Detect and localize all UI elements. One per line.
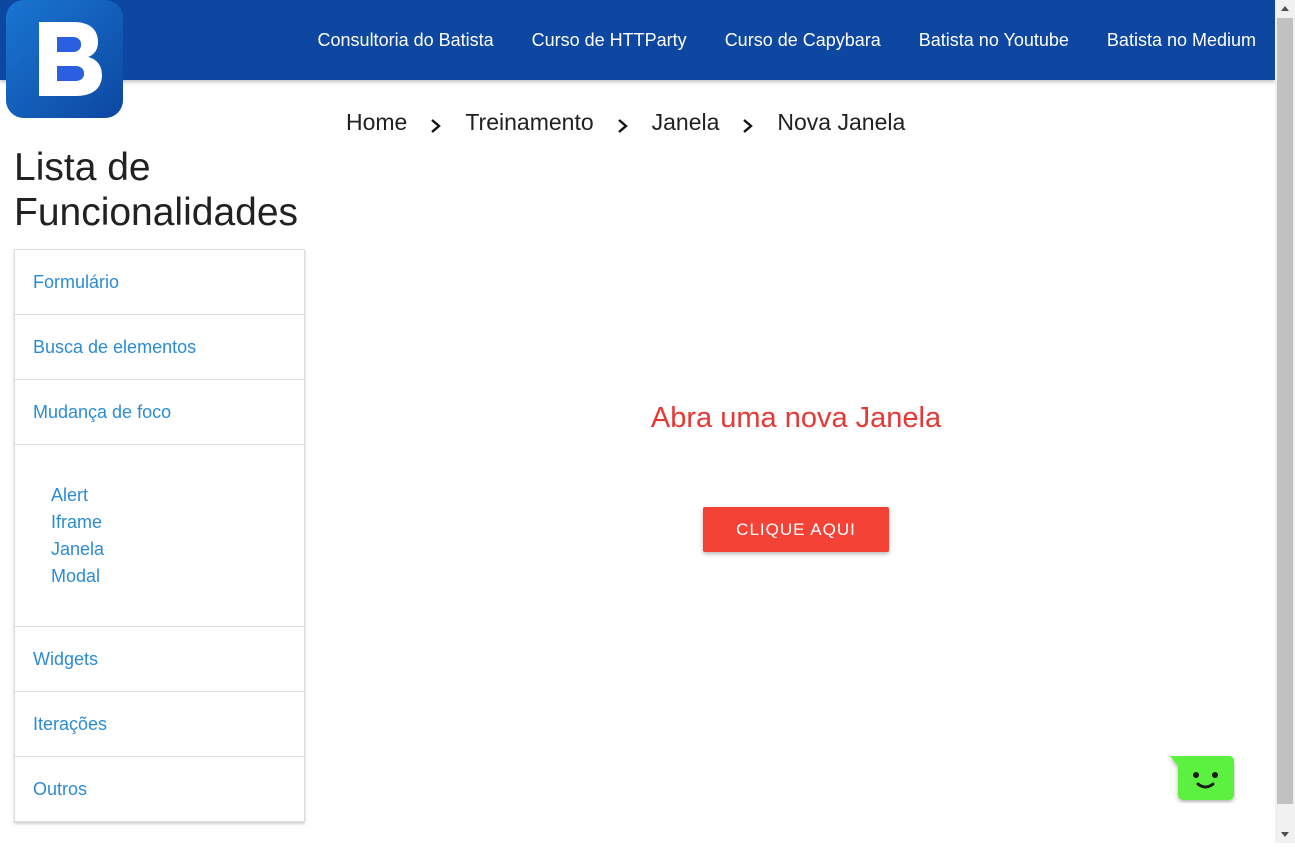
sidebar-title: Lista de Funcionalidades <box>14 146 299 234</box>
sidebar-item-mudanca-foco[interactable]: Mudança de foco <box>15 380 304 445</box>
open-window-button[interactable]: CLIQUE AQUI <box>703 507 889 552</box>
sidebar-item-iteracoes[interactable]: Iterações <box>15 692 304 757</box>
top-navbar: Consultoria do Batista Curso de HTTParty… <box>0 0 1275 80</box>
sidebar-item-busca-elementos[interactable]: Busca de elementos <box>15 315 304 380</box>
nav-link-youtube[interactable]: Batista no Youtube <box>919 30 1069 51</box>
breadcrumb-treinamento[interactable]: Treinamento <box>465 109 593 136</box>
mudanca-foco-submenu: Alert Iframe Janela Modal <box>15 445 304 627</box>
sidebar-item-widgets[interactable]: Widgets <box>15 627 304 692</box>
submenu-link-alert[interactable]: Alert <box>51 482 304 509</box>
scroll-down-arrow-icon[interactable] <box>1275 826 1295 843</box>
nav-links: Consultoria do Batista Curso de HTTParty… <box>280 0 1256 80</box>
nav-link-httparty[interactable]: Curso de HTTParty <box>532 30 687 51</box>
nav-link-medium[interactable]: Batista no Medium <box>1107 30 1256 51</box>
breadcrumb-nova-janela[interactable]: Nova Janela <box>777 109 905 136</box>
breadcrumb-janela[interactable]: Janela <box>652 109 720 136</box>
page-scrollbar[interactable] <box>1275 0 1295 843</box>
scroll-up-arrow-icon[interactable] <box>1275 0 1295 17</box>
logo-b-icon <box>6 0 123 118</box>
sidebar-item-outros[interactable]: Outros <box>15 757 304 821</box>
breadcrumb-home[interactable]: Home <box>346 109 407 136</box>
batista-logo[interactable] <box>6 0 123 118</box>
nav-link-consultoria[interactable]: Consultoria do Batista <box>318 30 494 51</box>
nav-link-capybara[interactable]: Curso de Capybara <box>725 30 881 51</box>
chevron-right-icon <box>407 106 465 138</box>
submenu-link-janela[interactable]: Janela <box>51 536 304 563</box>
chevron-right-icon <box>594 106 652 138</box>
breadcrumb: Home Treinamento Janela Nova Janela <box>346 106 905 138</box>
feature-list: Formulário Busca de elementos Mudança de… <box>14 249 305 822</box>
chevron-right-icon <box>719 106 777 138</box>
page-heading: Abra uma nova Janela <box>650 402 942 434</box>
sidebar-item-formulario[interactable]: Formulário <box>15 250 304 315</box>
smiley-chat-icon <box>1170 756 1234 800</box>
scrollbar-thumb[interactable] <box>1277 18 1293 804</box>
submenu-link-modal[interactable]: Modal <box>51 563 304 590</box>
chat-widget-button[interactable] <box>1168 753 1236 803</box>
submenu-link-iframe[interactable]: Iframe <box>51 509 304 536</box>
